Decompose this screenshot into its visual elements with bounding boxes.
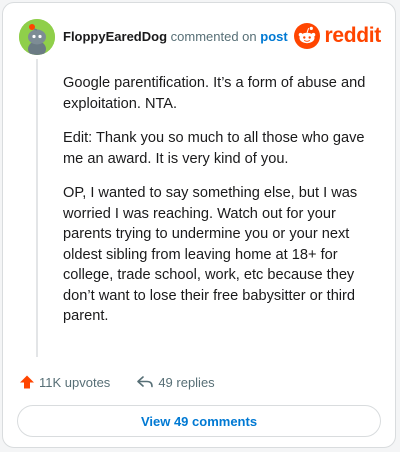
comment-footer: 11K upvotes 49 replies	[19, 371, 215, 393]
user-avatar[interactable]	[19, 19, 55, 55]
reddit-snoo-icon	[294, 23, 321, 49]
upvote-arrow-icon	[20, 375, 34, 389]
reddit-wordmark: reddit	[324, 24, 381, 47]
snoo-avatar-icon	[19, 19, 55, 55]
comment-byline: FloppyEaredDog commented on post	[63, 29, 288, 44]
view-comments-button[interactable]: View 49 comments	[17, 405, 381, 437]
byline-action: commented on	[170, 29, 257, 44]
comment-card: FloppyEaredDog commented on post reddit …	[2, 2, 396, 448]
username[interactable]: FloppyEaredDog	[63, 29, 167, 44]
reply-arrow-icon	[137, 376, 154, 388]
replies-button[interactable]: 49 replies	[136, 374, 215, 390]
reddit-logo: reddit	[294, 22, 381, 50]
upvote-button[interactable]: 11K upvotes	[19, 374, 110, 390]
upvote-count: 11K upvotes	[39, 374, 111, 390]
comment-paragraph: Edit: Thank you so much to all those who…	[63, 130, 365, 167]
reply-count: 49 replies	[158, 374, 215, 390]
comment-paragraph: Google parentification. It’s a form of a…	[63, 75, 366, 112]
comment-body: Google parentification. It’s a form of a…	[63, 73, 375, 341]
thread-line	[36, 59, 38, 357]
comment-paragraph: OP, I wanted to say something else, but …	[63, 185, 358, 324]
post-link[interactable]: post	[260, 29, 287, 44]
comment-header: FloppyEaredDog commented on post reddit	[19, 19, 381, 55]
